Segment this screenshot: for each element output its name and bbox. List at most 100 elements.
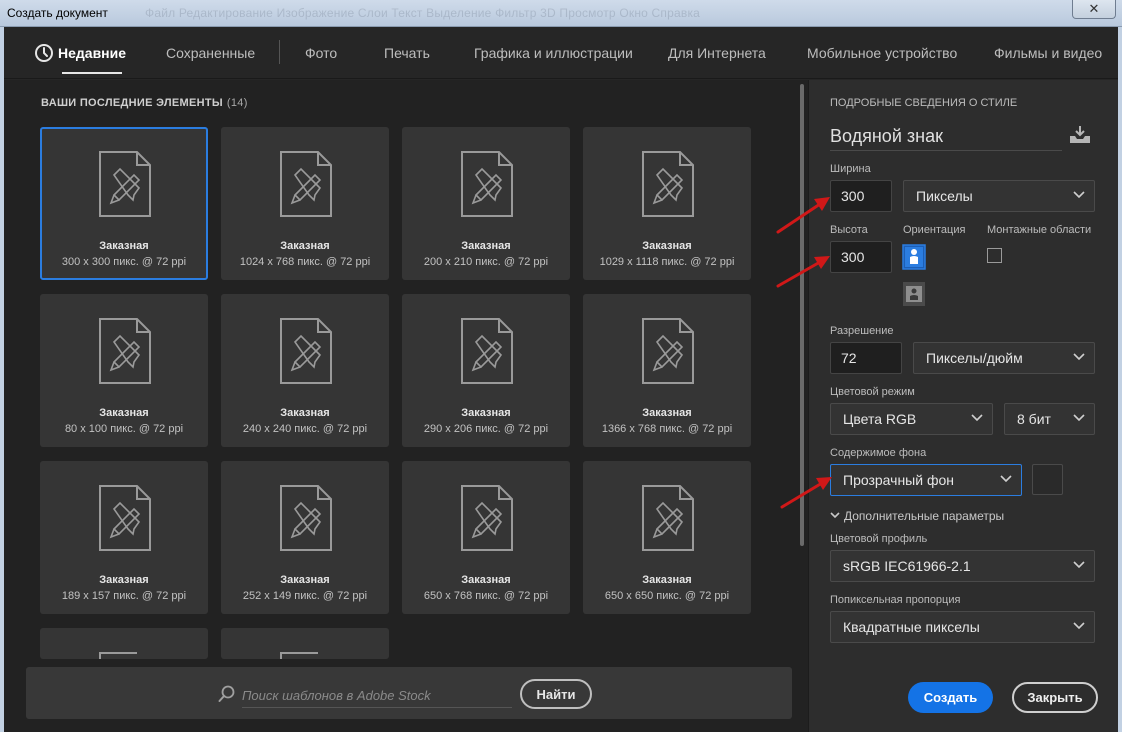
document-icon	[280, 485, 332, 551]
height-input[interactable]: 300	[830, 241, 892, 273]
tab-web[interactable]: Для Интернета	[668, 45, 766, 61]
tab-photo[interactable]: Фото	[305, 45, 337, 61]
window-close-button[interactable]: ✕	[1072, 0, 1116, 19]
card-name: Заказная	[280, 407, 330, 419]
tab-art-illustration[interactable]: Графика и иллюстрации	[474, 45, 633, 61]
card-size: 1366 x 768 пикс. @ 72 ppi	[601, 423, 733, 435]
color-profile-label: Цветовой профиль	[830, 533, 928, 545]
card-size: 200 x 210 пикс. @ 72 ppi	[423, 256, 549, 268]
recent-heading-label: ВАШИ ПОСЛЕДНИЕ ЭЛЕМЕНТЫ	[41, 97, 223, 109]
resolution-unit-value: Пикселы/дюйм	[926, 350, 1023, 366]
recent-card[interactable]: Заказная 300 x 300 пикс. @ 72 ppi	[40, 127, 208, 280]
stock-search-input[interactable]	[242, 684, 512, 708]
card-name: Заказная	[99, 240, 149, 252]
document-icon	[280, 151, 332, 217]
card-size: 80 x 100 пикс. @ 72 ppi	[64, 423, 184, 435]
card-size: 252 x 149 пикс. @ 72 ppi	[242, 590, 368, 602]
document-icon	[99, 318, 151, 384]
card-name: Заказная	[461, 407, 511, 419]
window-titlebar: Создать документ Файл Редактирование Изо…	[0, 0, 1122, 27]
chevron-down-icon	[1073, 561, 1085, 569]
recent-card[interactable]: Заказная 1029 x 1118 пикс. @ 72 ppi	[583, 127, 751, 280]
tab-print[interactable]: Печать	[384, 45, 430, 61]
recent-card[interactable]: Заказная 240 x 240 пикс. @ 72 ppi	[221, 294, 389, 447]
tab-recent[interactable]: Недавние	[58, 45, 126, 61]
chevron-down-icon	[1073, 622, 1085, 630]
document-icon	[642, 151, 694, 217]
recent-card[interactable]: Заказная 290 x 206 пикс. @ 72 ppi	[402, 294, 570, 447]
landscape-icon[interactable]	[902, 281, 926, 307]
background-value: Прозрачный фон	[843, 472, 954, 488]
search-button[interactable]: Найти	[520, 679, 592, 709]
card-name: Заказная	[461, 574, 511, 586]
card-size: 1024 x 768 пикс. @ 72 ppi	[239, 256, 371, 268]
document-icon	[642, 318, 694, 384]
width-label: Ширина	[830, 163, 871, 175]
document-icon	[461, 151, 513, 217]
recent-card[interactable]: Заказная 80 x 100 пикс. @ 72 ppi	[40, 294, 208, 447]
recent-card-partial[interactable]	[221, 628, 389, 659]
save-preset-icon[interactable]	[1069, 125, 1091, 145]
document-icon	[642, 485, 694, 551]
recent-heading: ВАШИ ПОСЛЕДНИЕ ЭЛЕМЕНТЫ (14)	[41, 97, 248, 109]
recent-card[interactable]: Заказная 1366 x 768 пикс. @ 72 ppi	[583, 294, 751, 447]
chevron-down-icon	[1073, 191, 1085, 199]
resolution-input[interactable]: 72	[830, 342, 902, 374]
annotation-arrow	[780, 477, 832, 509]
card-name: Заказная	[99, 574, 149, 586]
tab-mobile[interactable]: Мобильное устройство	[807, 45, 957, 61]
background-select[interactable]: Прозрачный фон	[830, 464, 1022, 496]
color-profile-select[interactable]: sRGB IEC61966-2.1	[830, 550, 1095, 582]
tab-saved[interactable]: Сохраненные	[166, 45, 255, 61]
card-size: 189 x 157 пикс. @ 72 ppi	[61, 590, 187, 602]
card-name: Заказная	[461, 240, 511, 252]
recent-count: (14)	[226, 97, 248, 109]
close-button[interactable]: Закрыть	[1012, 682, 1098, 713]
search-icon	[218, 685, 235, 702]
advanced-options-label: Дополнительные параметры	[844, 509, 1005, 523]
clock-icon	[35, 44, 53, 62]
annotation-arrow	[776, 197, 830, 234]
background-color-swatch[interactable]	[1032, 464, 1063, 495]
window-title: Создать документ	[7, 6, 108, 20]
chevron-down-icon	[1073, 353, 1085, 361]
advanced-options-toggle[interactable]: Дополнительные параметры	[830, 509, 1004, 523]
recent-card[interactable]: Заказная 1024 x 768 пикс. @ 72 ppi	[221, 127, 389, 280]
tab-film-video[interactable]: Фильмы и видео	[994, 45, 1102, 61]
orientation-label: Ориентация	[903, 224, 966, 236]
portrait-icon[interactable]	[902, 244, 926, 270]
resolution-label: Разрешение	[830, 325, 894, 337]
pixel-aspect-value: Квадратные пикселы	[843, 619, 980, 635]
resolution-unit-select[interactable]: Пикселы/дюйм	[913, 342, 1095, 374]
document-icon	[461, 318, 513, 384]
pixel-aspect-select[interactable]: Квадратные пикселы	[830, 611, 1095, 643]
artboards-label: Монтажные области	[987, 224, 1092, 236]
document-icon	[280, 652, 318, 659]
preset-name-field[interactable]: Водяной знак	[830, 124, 1062, 151]
color-profile-value: sRGB IEC61966-2.1	[843, 558, 971, 574]
card-size: 290 x 206 пикс. @ 72 ppi	[423, 423, 549, 435]
background-menu-bar: Файл Редактирование Изображение Слои Тек…	[145, 6, 701, 20]
create-button[interactable]: Создать	[908, 682, 993, 713]
recent-card[interactable]: Заказная 189 x 157 пикс. @ 72 ppi	[40, 461, 208, 614]
recent-card-partial[interactable]	[40, 628, 208, 659]
card-name: Заказная	[642, 574, 692, 586]
annotation-arrow	[776, 256, 830, 288]
chevron-down-icon	[1000, 475, 1012, 483]
recent-card[interactable]: Заказная 650 x 768 пикс. @ 72 ppi	[402, 461, 570, 614]
width-input[interactable]: 300	[830, 180, 892, 212]
card-size: 650 x 768 пикс. @ 72 ppi	[423, 590, 549, 602]
color-mode-label: Цветовой режим	[830, 386, 915, 398]
width-unit-select[interactable]: Пикселы	[903, 180, 1095, 212]
color-mode-select[interactable]: Цвета RGB	[830, 403, 993, 435]
recent-card[interactable]: Заказная 252 x 149 пикс. @ 72 ppi	[221, 461, 389, 614]
document-icon	[99, 151, 151, 217]
artboards-checkbox[interactable]	[987, 248, 1002, 263]
color-mode-value: Цвета RGB	[843, 411, 917, 427]
recent-card[interactable]: Заказная 200 x 210 пикс. @ 72 ppi	[402, 127, 570, 280]
card-name: Заказная	[280, 574, 330, 586]
bit-depth-select[interactable]: 8 бит	[1004, 403, 1095, 435]
category-tabs: Недавние Сохраненные Фото Печать Графика…	[4, 27, 1118, 79]
recent-card[interactable]: Заказная 650 x 650 пикс. @ 72 ppi	[583, 461, 751, 614]
chevron-down-icon	[830, 512, 840, 519]
